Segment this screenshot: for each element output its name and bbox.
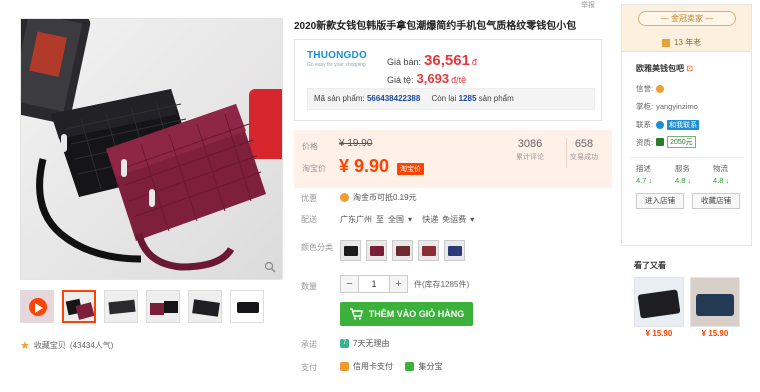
promise-label: 承诺 [301,340,317,349]
shop-header: — 金冠卖家 — 13 年老 [622,5,751,52]
dsr-logistics: 物流 4.8 ↓ [713,164,730,185]
crown-icon [656,84,665,93]
zoom-icon[interactable] [264,261,276,273]
shop-panel: — 金冠卖家 — 13 年老 欧雅美钱包吧 ⊡ 信誉: 掌柜: yangyinz… [621,4,752,246]
enter-shop-button[interactable]: 进入店铺 [636,193,684,209]
promo-badge: 淘宝价 [397,163,424,175]
favorite-label: 收藏宝贝 [33,341,66,350]
quantity-minus-button[interactable]: − [340,275,359,293]
coin-icon [340,193,349,202]
thumbnail-3[interactable] [146,290,180,323]
exchange-rate: Giá tệ: 3,693 đ/tệ [387,71,467,86]
main-product-image[interactable] [20,18,283,280]
favorite-count: (43434人气) [69,341,114,350]
promo-price: ¥ 9.90 [339,156,390,176]
color-swatch-2[interactable] [366,240,387,261]
seen-item-price: ¥ 15.90 [701,329,729,338]
favorite-item[interactable]: ★ 收藏宝贝 (43434人气) [20,339,113,352]
original-price: ¥ 19.90 [339,138,373,149]
thuongdo-logo: THUONGDO Go easy for your shopping [307,50,367,68]
quantity-plus-button[interactable]: + [389,275,408,293]
product-photo [21,19,282,271]
thumbnail-strip [20,290,264,323]
seen-item-price: ¥ 15.90 [645,329,673,338]
thumbnail-5[interactable] [230,290,264,323]
payment-value: 信用卡支付 集分宝 [340,361,442,372]
vnd-sale-price: Giá bán: 36,561 đ [387,52,477,69]
chevron-down-icon: ▾ [470,215,475,224]
thumbnail-2[interactable] [104,290,138,323]
color-swatch-4[interactable] [418,240,439,261]
seen-also-title: 看了又看 [634,261,666,270]
price-panel: 价格 ¥ 19.90 淘宝价 ¥ 9.90 淘宝价 3086 累计评论 658 … [294,130,612,188]
product-title: 2020新款女钱包韩版手拿包潮爆简约手机包气质格纹零钱包小包 [294,21,577,32]
wangwang-icon [656,120,665,129]
stock-text: 件(库存1285件) [414,279,470,289]
chevron-down-icon: ▾ [408,215,413,224]
thumbnail-1[interactable] [62,290,96,323]
sales-stat: 658 交易成功 [570,138,598,161]
seen-item-1[interactable]: ¥ 15.90 [634,277,684,338]
quantity-input[interactable]: 1 [359,275,389,293]
report-link[interactable]: 举报 [581,0,595,10]
thumbnail-4[interactable] [188,290,222,323]
favorite-shop-button[interactable]: 收藏店铺 [692,193,740,209]
shop-years: 13 年老 [662,37,701,48]
payment-label: 支付 [301,363,317,372]
seen-item-image [634,277,684,327]
benefit-value: 淘金币可抵0.19元 [340,192,417,203]
color-label: 颜色分类 [301,243,333,252]
seen-item-image [690,277,740,327]
benefit-label: 优惠 [301,194,317,203]
promo-price-label: 淘宝价 [302,164,326,173]
dsr-service: 服务 4.8 ↓ [675,164,692,185]
shipping-region-select[interactable]: 全国 [388,214,404,225]
seller-name[interactable]: yangyinzimo [656,102,698,111]
credit-card-icon [340,362,349,371]
promise-value: 7 7天无理由 [340,338,389,349]
contact-row: 联系: 和我联系 [636,119,700,130]
add-to-cart-button[interactable]: THÊM VÀO GIỎ HÀNG [340,302,473,326]
color-swatch-1[interactable] [340,240,361,261]
shop-tag-icon: ⊡ [686,64,693,73]
calendar-icon [662,38,670,47]
thumbnail-video[interactable] [20,290,54,323]
color-swatch-5[interactable] [444,240,465,261]
jifenbao-icon [405,362,415,371]
reviews-stat[interactable]: 3086 累计评论 [516,138,544,162]
seller-row: 掌柜: yangyinzimo [636,102,698,111]
cart-icon [349,308,363,320]
product-code-bar: Mã sản phẩm: 566438422388 Còn lại 1285 s… [307,88,595,110]
color-swatches [340,240,465,261]
dsr-description: 描述 4.7 ↓ [636,164,653,185]
qualify-row: 资质: 2050元 [636,136,696,148]
star-icon: ★ [20,340,30,352]
credit-row: 信誉: [636,83,665,94]
gold-crown-badge: — 金冠卖家 — [638,11,736,26]
color-swatch-3[interactable] [392,240,413,261]
shipping-value: 广东广州 至 全国 ▾ 快递 免运费 ▾ [340,214,475,225]
vnd-price-box: THUONGDO Go easy for your shopping Giá b… [294,39,602,121]
shop-name[interactable]: 欧雅美钱包吧 ⊡ [636,63,693,74]
deposit-badge: 2050元 [667,136,696,148]
deposit-icon [656,138,665,146]
shipping-label: 配送 [301,215,317,224]
quantity-stepper: − 1 + 件(库存1285件) [340,275,469,293]
quantity-label: 数量 [301,282,317,291]
seven-day-icon: 7 [340,339,349,348]
price-label: 价格 [302,142,318,151]
seen-item-2[interactable]: ¥ 15.90 [690,277,740,338]
contact-button[interactable]: 和我联系 [667,119,700,130]
